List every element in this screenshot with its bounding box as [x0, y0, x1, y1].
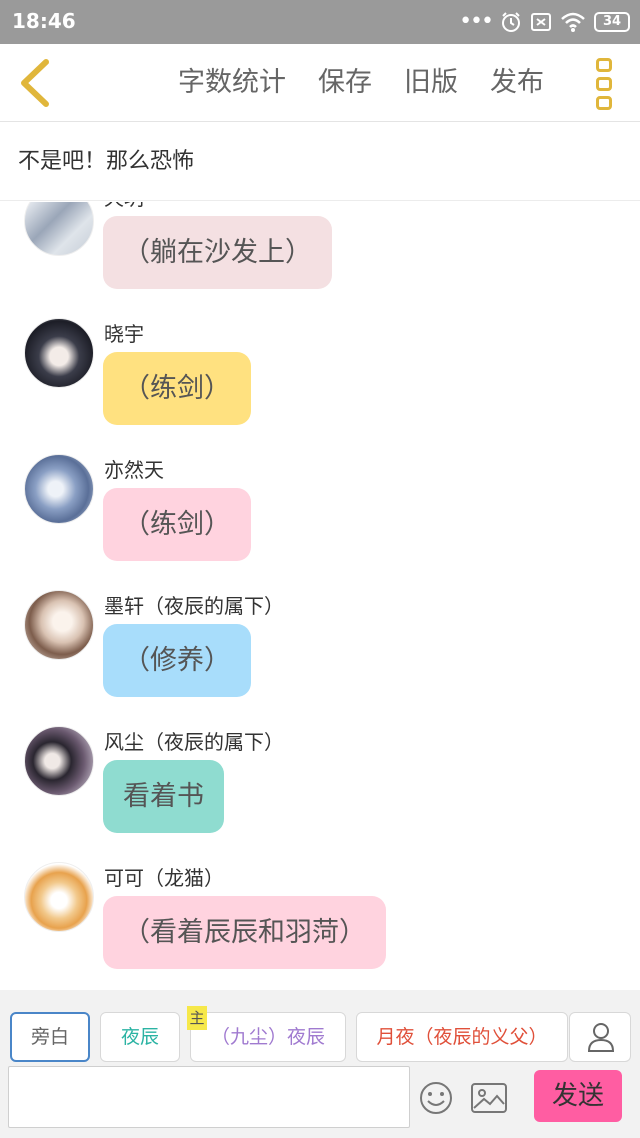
avatar[interactable]: [24, 202, 94, 256]
more-notifications-icon: •••: [459, 9, 494, 34]
message-bubble[interactable]: （练剑）: [103, 488, 251, 561]
wifi-icon: [561, 12, 585, 32]
message-input[interactable]: [8, 1066, 410, 1128]
old-version-button[interactable]: 旧版: [404, 64, 458, 102]
battery-icon: 34: [594, 12, 630, 32]
editor-toolbar: 字数统计 保存 旧版 发布: [0, 44, 640, 122]
emoji-button[interactable]: [418, 1080, 454, 1116]
message-bubble[interactable]: （练剑）: [103, 352, 251, 425]
menu-dot-icon: [596, 58, 612, 72]
avatar[interactable]: [24, 454, 94, 524]
message-bubble[interactable]: （躺在沙发上）: [103, 216, 332, 289]
speaker-name: 亦然天: [104, 458, 164, 482]
message-bubble[interactable]: （修养）: [103, 624, 251, 697]
status-icons: ••• 34: [459, 8, 630, 36]
speaker-name: 天玥: [104, 202, 144, 211]
avatar[interactable]: [24, 726, 94, 796]
speaker-name: 晓宇: [104, 322, 144, 346]
status-time: 18:46: [12, 9, 76, 33]
save-button[interactable]: 保存: [318, 64, 372, 102]
manage-roles-button[interactable]: [569, 1012, 631, 1062]
status-bar: 18:46 ••• 34: [0, 0, 640, 44]
back-button[interactable]: [12, 56, 62, 110]
role-option[interactable]: 月夜（夜辰的义父）: [356, 1012, 568, 1062]
avatar[interactable]: [24, 590, 94, 660]
composer: 旁白 夜辰 （九尘）夜辰 月夜（夜辰的义父） 主 发送: [0, 990, 640, 1138]
chapter-title[interactable]: 不是吧！那么恐怖: [0, 123, 640, 201]
toolbar-actions: 字数统计 保存 旧版 发布: [178, 64, 544, 102]
role-option-narrator[interactable]: 旁白: [10, 1012, 90, 1062]
person-icon: [587, 1023, 615, 1052]
avatar[interactable]: [24, 862, 94, 932]
owner-badge: 主: [187, 1006, 207, 1030]
avatar[interactable]: [24, 318, 94, 388]
send-button[interactable]: 发送: [534, 1070, 622, 1122]
menu-dot-icon: [596, 96, 612, 110]
word-count-button[interactable]: 字数统计: [178, 64, 286, 102]
image-button[interactable]: [470, 1082, 508, 1114]
more-menu-button[interactable]: [592, 58, 616, 110]
no-sim-icon: [531, 13, 551, 31]
role-selector: 旁白 夜辰 （九尘）夜辰 月夜（夜辰的义父）: [0, 1012, 640, 1062]
message-bubble[interactable]: 看着书: [103, 760, 224, 833]
role-option[interactable]: 夜辰: [100, 1012, 180, 1062]
app-root: 18:46 ••• 34 字数统计 保存 旧版 发布 不是吧！那么恐怖 （躺在沙…: [0, 0, 640, 1138]
message-bubble[interactable]: （看着辰辰和羽菏）: [103, 896, 386, 969]
speaker-name: 可可（龙猫）: [104, 866, 224, 890]
publish-button[interactable]: 发布: [490, 64, 544, 102]
menu-dot-icon: [596, 77, 612, 91]
chevron-left-icon: [21, 59, 49, 107]
speaker-name: 墨轩（夜辰的属下）: [104, 594, 284, 618]
alarm-icon: [502, 12, 520, 32]
role-option[interactable]: （九尘）夜辰: [190, 1012, 346, 1062]
speaker-name: 风尘（夜辰的属下）: [104, 730, 284, 754]
message-list[interactable]: 天玥 （躺在沙发上） 晓宇 （练剑） 亦然天 （练剑） 墨轩（夜辰的属下） （修…: [0, 202, 640, 990]
